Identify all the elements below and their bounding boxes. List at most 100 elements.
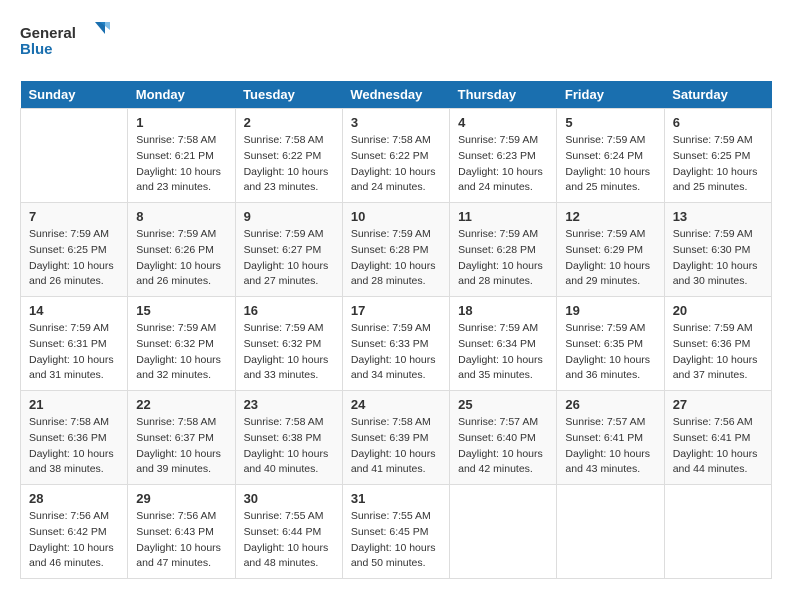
calendar-cell: 29 Sunrise: 7:56 AMSunset: 6:43 PMDaylig…	[128, 485, 235, 579]
cell-info: Sunrise: 7:59 AMSunset: 6:26 PMDaylight:…	[136, 227, 226, 290]
cell-info: Sunrise: 7:59 AMSunset: 6:31 PMDaylight:…	[29, 321, 119, 384]
calendar-cell: 27 Sunrise: 7:56 AMSunset: 6:41 PMDaylig…	[664, 391, 771, 485]
calendar-cell: 18 Sunrise: 7:59 AMSunset: 6:34 PMDaylig…	[450, 297, 557, 391]
cell-info: Sunrise: 7:58 AMSunset: 6:39 PMDaylight:…	[351, 415, 441, 478]
header-monday: Monday	[128, 81, 235, 109]
day-number: 25	[458, 397, 548, 412]
calendar-cell: 7 Sunrise: 7:59 AMSunset: 6:25 PMDayligh…	[21, 203, 128, 297]
calendar-cell: 24 Sunrise: 7:58 AMSunset: 6:39 PMDaylig…	[342, 391, 449, 485]
cell-info: Sunrise: 7:59 AMSunset: 6:30 PMDaylight:…	[673, 227, 763, 290]
cell-info: Sunrise: 7:59 AMSunset: 6:32 PMDaylight:…	[136, 321, 226, 384]
calendar-cell: 26 Sunrise: 7:57 AMSunset: 6:41 PMDaylig…	[557, 391, 664, 485]
cell-info: Sunrise: 7:59 AMSunset: 6:36 PMDaylight:…	[673, 321, 763, 384]
header-thursday: Thursday	[450, 81, 557, 109]
calendar-cell: 3 Sunrise: 7:58 AMSunset: 6:22 PMDayligh…	[342, 109, 449, 203]
cell-info: Sunrise: 7:59 AMSunset: 6:28 PMDaylight:…	[458, 227, 548, 290]
cell-info: Sunrise: 7:56 AMSunset: 6:42 PMDaylight:…	[29, 509, 119, 572]
calendar-cell: 17 Sunrise: 7:59 AMSunset: 6:33 PMDaylig…	[342, 297, 449, 391]
cell-info: Sunrise: 7:59 AMSunset: 6:25 PMDaylight:…	[29, 227, 119, 290]
svg-text:General: General	[20, 25, 76, 42]
cell-info: Sunrise: 7:57 AMSunset: 6:40 PMDaylight:…	[458, 415, 548, 478]
logo: General Blue	[20, 20, 110, 65]
day-number: 31	[351, 491, 441, 506]
cell-info: Sunrise: 7:59 AMSunset: 6:25 PMDaylight:…	[673, 133, 763, 196]
calendar-cell	[21, 109, 128, 203]
cell-info: Sunrise: 7:59 AMSunset: 6:33 PMDaylight:…	[351, 321, 441, 384]
page-header: General Blue	[20, 20, 772, 65]
cell-info: Sunrise: 7:59 AMSunset: 6:35 PMDaylight:…	[565, 321, 655, 384]
calendar-cell: 21 Sunrise: 7:58 AMSunset: 6:36 PMDaylig…	[21, 391, 128, 485]
cell-info: Sunrise: 7:55 AMSunset: 6:45 PMDaylight:…	[351, 509, 441, 572]
day-number: 23	[244, 397, 334, 412]
cell-info: Sunrise: 7:59 AMSunset: 6:27 PMDaylight:…	[244, 227, 334, 290]
day-number: 14	[29, 303, 119, 318]
calendar-week-1: 1 Sunrise: 7:58 AMSunset: 6:21 PMDayligh…	[21, 109, 772, 203]
header-sunday: Sunday	[21, 81, 128, 109]
calendar-cell	[450, 485, 557, 579]
calendar-cell: 13 Sunrise: 7:59 AMSunset: 6:30 PMDaylig…	[664, 203, 771, 297]
calendar-cell: 10 Sunrise: 7:59 AMSunset: 6:28 PMDaylig…	[342, 203, 449, 297]
day-number: 13	[673, 209, 763, 224]
logo-svg: General Blue	[20, 20, 110, 65]
calendar-cell	[664, 485, 771, 579]
header-friday: Friday	[557, 81, 664, 109]
calendar-cell: 11 Sunrise: 7:59 AMSunset: 6:28 PMDaylig…	[450, 203, 557, 297]
day-number: 8	[136, 209, 226, 224]
calendar-week-2: 7 Sunrise: 7:59 AMSunset: 6:25 PMDayligh…	[21, 203, 772, 297]
calendar-cell: 23 Sunrise: 7:58 AMSunset: 6:38 PMDaylig…	[235, 391, 342, 485]
cell-info: Sunrise: 7:59 AMSunset: 6:23 PMDaylight:…	[458, 133, 548, 196]
day-number: 2	[244, 115, 334, 130]
day-number: 12	[565, 209, 655, 224]
cell-info: Sunrise: 7:55 AMSunset: 6:44 PMDaylight:…	[244, 509, 334, 572]
day-number: 6	[673, 115, 763, 130]
day-number: 5	[565, 115, 655, 130]
header-saturday: Saturday	[664, 81, 771, 109]
day-number: 15	[136, 303, 226, 318]
calendar-cell: 30 Sunrise: 7:55 AMSunset: 6:44 PMDaylig…	[235, 485, 342, 579]
calendar-cell: 12 Sunrise: 7:59 AMSunset: 6:29 PMDaylig…	[557, 203, 664, 297]
calendar-week-3: 14 Sunrise: 7:59 AMSunset: 6:31 PMDaylig…	[21, 297, 772, 391]
header-tuesday: Tuesday	[235, 81, 342, 109]
cell-info: Sunrise: 7:58 AMSunset: 6:36 PMDaylight:…	[29, 415, 119, 478]
calendar-cell: 22 Sunrise: 7:58 AMSunset: 6:37 PMDaylig…	[128, 391, 235, 485]
cell-info: Sunrise: 7:58 AMSunset: 6:22 PMDaylight:…	[351, 133, 441, 196]
calendar-cell: 2 Sunrise: 7:58 AMSunset: 6:22 PMDayligh…	[235, 109, 342, 203]
calendar-cell: 19 Sunrise: 7:59 AMSunset: 6:35 PMDaylig…	[557, 297, 664, 391]
calendar-table: SundayMondayTuesdayWednesdayThursdayFrid…	[20, 81, 772, 579]
calendar-cell: 25 Sunrise: 7:57 AMSunset: 6:40 PMDaylig…	[450, 391, 557, 485]
day-number: 21	[29, 397, 119, 412]
day-number: 19	[565, 303, 655, 318]
header-row: SundayMondayTuesdayWednesdayThursdayFrid…	[21, 81, 772, 109]
header-wednesday: Wednesday	[342, 81, 449, 109]
day-number: 17	[351, 303, 441, 318]
day-number: 24	[351, 397, 441, 412]
cell-info: Sunrise: 7:59 AMSunset: 6:34 PMDaylight:…	[458, 321, 548, 384]
day-number: 4	[458, 115, 548, 130]
day-number: 22	[136, 397, 226, 412]
calendar-cell: 1 Sunrise: 7:58 AMSunset: 6:21 PMDayligh…	[128, 109, 235, 203]
calendar-cell: 14 Sunrise: 7:59 AMSunset: 6:31 PMDaylig…	[21, 297, 128, 391]
day-number: 10	[351, 209, 441, 224]
cell-info: Sunrise: 7:59 AMSunset: 6:32 PMDaylight:…	[244, 321, 334, 384]
day-number: 20	[673, 303, 763, 318]
day-number: 18	[458, 303, 548, 318]
cell-info: Sunrise: 7:56 AMSunset: 6:41 PMDaylight:…	[673, 415, 763, 478]
cell-info: Sunrise: 7:59 AMSunset: 6:29 PMDaylight:…	[565, 227, 655, 290]
calendar-cell: 8 Sunrise: 7:59 AMSunset: 6:26 PMDayligh…	[128, 203, 235, 297]
cell-info: Sunrise: 7:58 AMSunset: 6:37 PMDaylight:…	[136, 415, 226, 478]
day-number: 27	[673, 397, 763, 412]
calendar-cell: 20 Sunrise: 7:59 AMSunset: 6:36 PMDaylig…	[664, 297, 771, 391]
day-number: 9	[244, 209, 334, 224]
calendar-cell: 15 Sunrise: 7:59 AMSunset: 6:32 PMDaylig…	[128, 297, 235, 391]
calendar-cell: 31 Sunrise: 7:55 AMSunset: 6:45 PMDaylig…	[342, 485, 449, 579]
cell-info: Sunrise: 7:56 AMSunset: 6:43 PMDaylight:…	[136, 509, 226, 572]
calendar-cell: 28 Sunrise: 7:56 AMSunset: 6:42 PMDaylig…	[21, 485, 128, 579]
day-number: 3	[351, 115, 441, 130]
cell-info: Sunrise: 7:58 AMSunset: 6:22 PMDaylight:…	[244, 133, 334, 196]
day-number: 16	[244, 303, 334, 318]
svg-text:Blue: Blue	[20, 41, 53, 58]
cell-info: Sunrise: 7:59 AMSunset: 6:24 PMDaylight:…	[565, 133, 655, 196]
calendar-cell: 9 Sunrise: 7:59 AMSunset: 6:27 PMDayligh…	[235, 203, 342, 297]
day-number: 26	[565, 397, 655, 412]
cell-info: Sunrise: 7:58 AMSunset: 6:21 PMDaylight:…	[136, 133, 226, 196]
